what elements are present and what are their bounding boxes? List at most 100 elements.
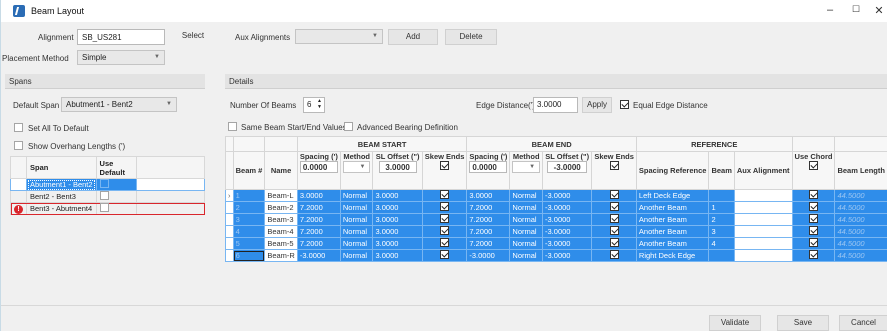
skew-end-checkbox[interactable] xyxy=(609,214,619,223)
aux-alignment-cell[interactable] xyxy=(733,213,793,226)
beam-cell[interactable]: 2 xyxy=(708,213,735,226)
beam-row[interactable]: 2 Beam-2 7.2000 Normal 3.0000 7.2000 Normal -3.… xyxy=(225,201,887,214)
number-of-beams-stepper[interactable]: 6 ▲ ▼ xyxy=(303,97,325,113)
name-cell[interactable]: Beam-4 xyxy=(264,225,298,238)
delete-button[interactable]: Delete xyxy=(445,29,497,45)
spacing-end-cell[interactable]: 7.2000 xyxy=(466,201,511,214)
same-beam-values-checkbox[interactable] xyxy=(228,122,237,131)
method-end-cell[interactable]: Normal xyxy=(509,237,544,250)
spinner-icon[interactable]: ▲ ▼ xyxy=(317,98,322,110)
aux-alignment-cell[interactable] xyxy=(733,249,793,262)
sl-offset-start-cell[interactable]: 3.0000 xyxy=(372,249,423,262)
spacing-end-cell[interactable]: 7.2000 xyxy=(466,225,511,238)
name-cell[interactable]: Beam-5 xyxy=(264,237,298,250)
method-start-default-dropdown[interactable]: ▼ xyxy=(342,161,371,173)
skew-end-default-checkbox[interactable] xyxy=(609,161,619,170)
use-chord-checkbox[interactable] xyxy=(808,238,818,247)
validate-button[interactable]: Validate xyxy=(709,315,761,331)
method-end-cell[interactable]: Normal xyxy=(509,225,544,238)
name-cell[interactable]: Beam-3 xyxy=(264,213,298,226)
select-button[interactable]: Select xyxy=(166,29,220,45)
sl-offset-start-cell[interactable]: 3.0000 xyxy=(372,213,423,226)
sl-offset-start-cell[interactable]: 3.0000 xyxy=(372,225,423,238)
sl-offset-end-cell[interactable]: -3.0000 xyxy=(542,189,593,202)
span-row[interactable]: ! Bent3 - Abutment4 xyxy=(10,202,206,215)
method-start-cell[interactable]: Normal xyxy=(339,237,374,250)
aux-alignment-cell[interactable] xyxy=(733,225,793,238)
name-cell[interactable]: Beam-R xyxy=(264,249,298,262)
use-chord-checkbox[interactable] xyxy=(808,226,818,235)
spacing-end-cell[interactable]: 7.2000 xyxy=(466,237,511,250)
skew-end-checkbox[interactable] xyxy=(609,190,619,199)
spacing-start-cell[interactable]: 3.0000 xyxy=(296,189,341,202)
advanced-bearing-checkbox[interactable] xyxy=(344,122,353,131)
aux-alignment-cell[interactable] xyxy=(733,189,793,202)
sl-offset-start-cell[interactable]: 3.0000 xyxy=(372,201,423,214)
spacing-reference-cell[interactable]: Another Beam xyxy=(635,225,710,238)
maximize-icon[interactable]: ☐ xyxy=(844,4,868,15)
method-end-cell[interactable]: Normal xyxy=(509,189,544,202)
use-chord-checkbox[interactable] xyxy=(808,202,818,211)
beam-number-cell[interactable]: 4 xyxy=(232,225,266,238)
beam-cell[interactable]: 3 xyxy=(708,225,735,238)
spacing-reference-cell[interactable]: Right Deck Edge xyxy=(635,249,710,262)
spacing-end-cell[interactable]: -3.0000 xyxy=(466,249,511,262)
beam-number-cell[interactable]: 1 xyxy=(232,189,266,202)
method-end-default-dropdown[interactable]: ▼ xyxy=(512,161,541,173)
beam-row[interactable]: 5 Beam-5 7.2000 Normal 3.0000 7.2000 Normal -3.… xyxy=(225,237,887,250)
method-start-cell[interactable]: Normal xyxy=(339,249,374,262)
beam-number-cell[interactable]: 3 xyxy=(232,213,266,226)
placement-method-dropdown[interactable]: Simple ▼ xyxy=(77,50,165,65)
skew-start-checkbox[interactable] xyxy=(440,238,450,247)
method-start-cell[interactable]: Normal xyxy=(339,213,374,226)
sl-offset-end-cell[interactable]: -3.0000 xyxy=(542,213,593,226)
use-chord-checkbox[interactable] xyxy=(808,190,818,199)
skew-start-default-checkbox[interactable] xyxy=(440,161,450,170)
skew-end-checkbox[interactable] xyxy=(609,238,619,247)
spacing-start-cell[interactable]: 7.2000 xyxy=(296,201,341,214)
apply-button[interactable]: Apply xyxy=(582,97,612,113)
sl-offset-end-cell[interactable]: -3.0000 xyxy=(542,201,593,214)
sl-offset-start-default-field[interactable]: 3.0000 xyxy=(378,161,417,173)
beam-row[interactable]: 4 Beam-4 7.2000 Normal 3.0000 7.2000 Normal -3.… xyxy=(225,225,887,238)
aux-alignment-cell[interactable] xyxy=(733,201,793,214)
use-chord-checkbox[interactable] xyxy=(808,214,818,223)
name-cell[interactable]: Beam-2 xyxy=(264,201,298,214)
method-end-cell[interactable]: Normal xyxy=(509,201,544,214)
add-button[interactable]: Add xyxy=(388,29,438,45)
beam-number-cell[interactable]: 5 xyxy=(232,237,266,250)
sl-offset-end-default-field[interactable]: -3.0000 xyxy=(547,161,588,173)
default-span-dropdown[interactable]: Abutment1 - Bent2 ▼ xyxy=(61,97,177,112)
skew-end-checkbox[interactable] xyxy=(609,226,619,235)
skew-start-checkbox[interactable] xyxy=(440,214,450,223)
show-overhang-checkbox[interactable] xyxy=(14,141,23,150)
set-all-default-checkbox[interactable] xyxy=(14,123,23,132)
skew-start-checkbox[interactable] xyxy=(440,202,450,211)
beam-cell[interactable] xyxy=(708,249,735,262)
sl-offset-start-cell[interactable]: 3.0000 xyxy=(372,237,423,250)
skew-start-checkbox[interactable] xyxy=(440,190,450,199)
sl-offset-end-cell[interactable]: -3.0000 xyxy=(542,225,593,238)
name-cell[interactable]: Beam-L xyxy=(264,189,298,202)
skew-start-checkbox[interactable] xyxy=(440,226,450,235)
alignment-field[interactable]: SB_US281 xyxy=(77,29,165,45)
method-start-cell[interactable]: Normal xyxy=(339,201,374,214)
use-default-checkbox[interactable] xyxy=(99,203,109,212)
spacing-reference-cell[interactable]: Another Beam xyxy=(635,213,710,226)
method-start-cell[interactable]: Normal xyxy=(339,189,374,202)
method-start-cell[interactable]: Normal xyxy=(339,225,374,238)
sl-offset-end-cell[interactable]: -3.0000 xyxy=(542,249,593,262)
beam-number-cell[interactable]: 6 xyxy=(232,249,266,262)
skew-end-checkbox[interactable] xyxy=(609,202,619,211)
spacing-start-cell[interactable]: 7.2000 xyxy=(296,225,341,238)
method-end-cell[interactable]: Normal xyxy=(509,249,544,262)
beam-row[interactable]: 6 Beam-R -3.0000 Normal 3.0000 -3.0000 Normal -… xyxy=(225,249,887,262)
span-row[interactable]: Bent2 - Bent3 xyxy=(10,190,206,203)
skew-end-checkbox[interactable] xyxy=(609,250,619,259)
spacing-end-cell[interactable]: 7.2000 xyxy=(466,213,511,226)
use-default-checkbox[interactable] xyxy=(99,179,109,188)
save-button[interactable]: Save xyxy=(777,315,829,331)
spacing-start-default-field[interactable]: 0.0000 xyxy=(299,161,338,173)
equal-edge-distance-checkbox[interactable] xyxy=(620,100,629,109)
beam-row[interactable]: 3 Beam-3 7.2000 Normal 3.0000 7.2000 Normal -3.… xyxy=(225,213,887,226)
